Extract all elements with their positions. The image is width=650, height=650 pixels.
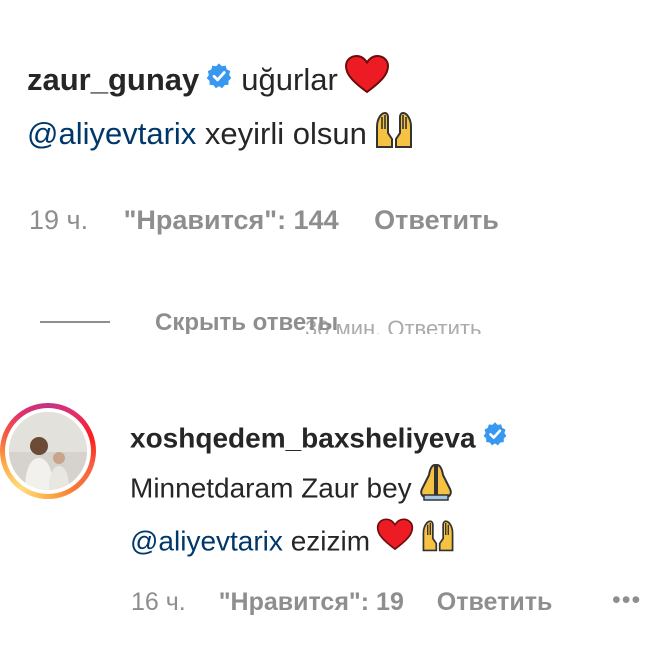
comment-meta-2: 16 ч. "Нравится": 19 Ответить bbox=[131, 588, 578, 617]
comment-username[interactable]: xoshqedem_baxsheliyeva bbox=[130, 422, 476, 453]
comment-text: ezizim bbox=[290, 525, 371, 557]
comment-time: 19 ч. bbox=[29, 205, 89, 235]
comment-zaur-gunay: zaur_gunay uğurlar @aliyevtarix xeyirli o… bbox=[27, 54, 627, 163]
divider-line bbox=[40, 321, 110, 323]
comment-line-1: zaur_gunay uğurlar bbox=[27, 54, 627, 109]
mention-link[interactable]: @aliyevtarix bbox=[27, 116, 196, 151]
comments-screen: zaur_gunay uğurlar @aliyevtarix xeyirli o… bbox=[0, 0, 650, 650]
comment-meta-1: 19 ч. "Нравится": 144 Ответить bbox=[29, 205, 527, 236]
comment-username[interactable]: zaur_gunay bbox=[27, 62, 199, 97]
mention-link[interactable]: @aliyevtarix bbox=[130, 525, 283, 556]
comment-line-1: Minnetdaram Zaur bey bbox=[130, 463, 630, 517]
reply-button[interactable]: Ответить bbox=[437, 588, 553, 616]
comment-line-2: @aliyevtarix ezizim bbox=[130, 517, 630, 569]
verified-badge-icon bbox=[205, 60, 233, 100]
story-ring[interactable] bbox=[0, 403, 96, 499]
reply-button[interactable]: Ответить bbox=[374, 205, 499, 235]
comment-text: uğurlar bbox=[241, 62, 338, 98]
overlapping-meta-text: 30 мин. Ответить bbox=[305, 316, 482, 334]
comment-header: xoshqedem_baxsheliyeva bbox=[130, 417, 630, 463]
comment-line-2: @aliyevtarix xeyirli olsun bbox=[27, 109, 627, 163]
comment-time: 16 ч. bbox=[131, 588, 186, 616]
likes-count-button[interactable]: "Нравится": 144 bbox=[124, 205, 339, 235]
verified-badge-icon bbox=[482, 417, 508, 459]
comment-xoshqedem: xoshqedem_baxsheliyeva Minnetdaram Zaur … bbox=[130, 417, 630, 569]
red-heart-icon bbox=[376, 518, 414, 564]
raising-hands-icon bbox=[373, 109, 415, 159]
folded-hands-icon bbox=[418, 463, 454, 513]
hide-replies-row[interactable]: Скрыть ответы 30 мин. Ответить bbox=[40, 308, 560, 334]
red-heart-icon bbox=[344, 54, 390, 105]
likes-count-button[interactable]: "Нравится": 19 bbox=[219, 588, 404, 616]
comment-text: Minnetdaram Zaur bey bbox=[130, 472, 412, 504]
avatar[interactable] bbox=[9, 412, 87, 490]
comment-text: xeyirli olsun bbox=[204, 116, 367, 152]
more-options-icon[interactable]: ••• bbox=[612, 586, 641, 615]
raising-hands-icon bbox=[420, 517, 456, 565]
